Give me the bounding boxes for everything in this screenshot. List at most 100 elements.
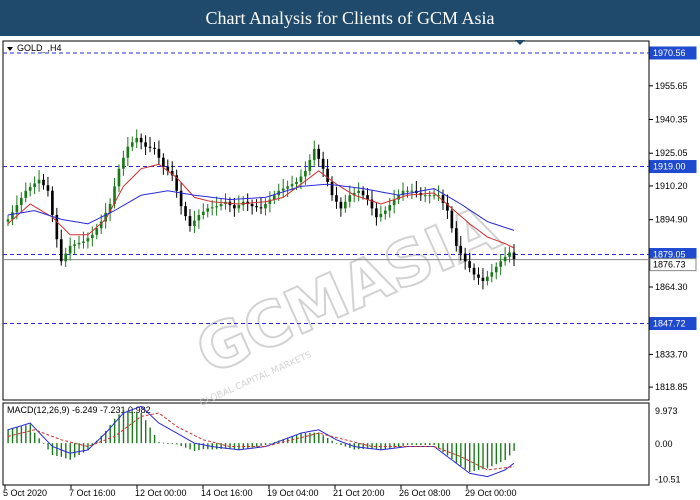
candle-body <box>184 206 187 217</box>
macd-bar <box>335 443 338 444</box>
candle-body <box>15 205 19 213</box>
candle-body <box>361 190 365 196</box>
candle-body <box>499 261 503 267</box>
candle-body <box>6 219 10 222</box>
candle-body <box>454 228 458 246</box>
macd-bar <box>269 443 271 444</box>
y-tick-label: 1955.65 <box>655 81 688 91</box>
macd-bar <box>482 443 484 470</box>
macd-bar <box>193 443 196 451</box>
candle-body <box>59 239 63 262</box>
candle-body <box>428 195 431 197</box>
candle-body <box>64 253 68 262</box>
macd-bar <box>122 409 125 444</box>
candle-body <box>24 190 28 198</box>
macd-bar <box>313 432 316 444</box>
price-tag-label: 1919.00 <box>653 162 686 172</box>
macd-bar <box>464 443 466 470</box>
candle-body <box>237 205 241 209</box>
time-axis: 5 Oct 2020 7 Oct 16:00 12 Oct 00:00 14 Oct … <box>3 485 517 498</box>
x-tick-label: 19 Oct 04:00 <box>267 488 319 498</box>
macd-bar <box>304 432 307 444</box>
candle-body <box>28 187 32 191</box>
y-tick-label: 1818.85 <box>655 382 688 392</box>
y-tick-label: 1925.05 <box>655 148 688 158</box>
candle-body <box>406 190 409 192</box>
macd-bar <box>371 443 373 449</box>
macd-bar <box>424 443 427 446</box>
macd-bar <box>140 412 142 444</box>
macd-bar <box>136 412 138 444</box>
candle-body <box>423 195 427 197</box>
macd-bar <box>477 443 480 471</box>
candle-body <box>379 213 383 218</box>
candle-body <box>144 142 147 147</box>
candle-body <box>139 137 143 143</box>
candle-body <box>290 184 294 187</box>
macd-bar <box>144 420 147 444</box>
macd-bar <box>469 443 471 473</box>
candle-body <box>312 148 316 160</box>
macd-bar <box>176 443 178 445</box>
candle-body <box>197 214 201 221</box>
macd-bar <box>402 443 404 446</box>
y-tick-label: 1833.70 <box>655 349 688 359</box>
macd-tick-label: 0.00 <box>655 439 673 449</box>
macd-bar <box>358 443 360 450</box>
x-tick-label: 12 Oct 00:00 <box>135 488 187 498</box>
macd-bar <box>29 424 31 444</box>
candle-body <box>135 137 139 143</box>
candle-body <box>508 252 511 257</box>
macd-bar <box>78 443 80 456</box>
macd-axis: 9.973 0.00 -10.51 <box>655 406 681 485</box>
candle-body <box>286 186 289 189</box>
price-tag-label: 1847.72 <box>653 319 686 329</box>
candle-body <box>299 176 303 182</box>
candle-body <box>130 142 134 147</box>
macd-bar <box>455 443 458 463</box>
candle-body <box>357 190 360 193</box>
candle-body <box>264 203 267 209</box>
candle-body <box>219 203 223 207</box>
macd-bar <box>451 443 453 460</box>
candle-body <box>157 148 161 158</box>
macd-bar <box>34 432 36 444</box>
candle-body <box>77 242 81 245</box>
candle-body <box>344 201 347 209</box>
candle-body <box>95 228 99 235</box>
y-tick-label: 1940.35 <box>655 115 688 125</box>
macd-bar <box>415 443 418 446</box>
macd-bar <box>69 443 71 460</box>
macd-bar <box>411 443 413 446</box>
macd-label: MACD(12,26,9) -6.249 -7.231 0.982 <box>7 405 151 415</box>
x-tick-label: 14 Oct 16:00 <box>201 488 253 498</box>
candle-body <box>490 272 494 277</box>
candle-body <box>339 201 343 209</box>
macd-bar <box>42 443 45 444</box>
candle-body <box>375 208 378 218</box>
candle-body <box>255 206 258 208</box>
candle-body <box>432 195 436 197</box>
candle-body <box>193 220 196 227</box>
macd-bar <box>229 443 231 449</box>
candle-body <box>51 190 54 215</box>
macd-bar <box>495 443 498 465</box>
price-panel-frame <box>2 40 650 401</box>
y-tick-label: 1910.20 <box>655 181 688 191</box>
macd-bar <box>16 427 18 444</box>
macd-bar <box>131 411 134 444</box>
candle-body <box>210 207 214 209</box>
macd-bar <box>340 443 342 446</box>
x-tick-label: 7 Oct 16:00 <box>69 488 116 498</box>
x-tick-label: 26 Oct 08:00 <box>399 488 451 498</box>
candle-body <box>153 147 156 149</box>
macd-bar <box>167 443 169 444</box>
candle-body <box>86 238 90 242</box>
macd-bar <box>460 443 462 467</box>
candle-body <box>215 206 218 208</box>
candle-body <box>148 146 152 148</box>
page-title: Chart Analysis for Clients of GCM Asia <box>205 8 495 28</box>
macd-bar <box>504 443 506 461</box>
chart-area: GCMASIA GLOBAL CAPITAL MARKETS GOLD_,H4 … <box>2 40 697 498</box>
candle-body <box>330 181 334 196</box>
